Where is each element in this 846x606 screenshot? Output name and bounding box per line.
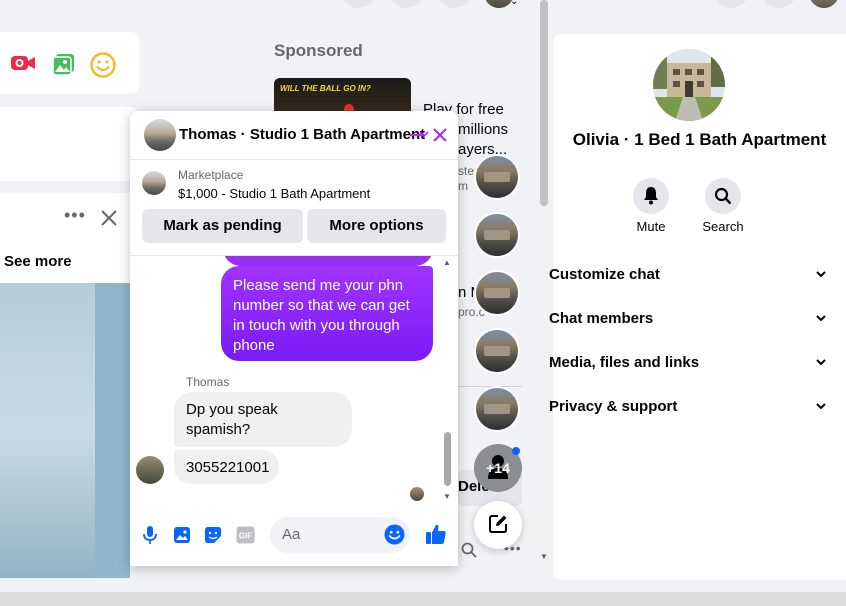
scroll-down-arrow-icon[interactable]: ▼ [540, 552, 548, 561]
bottom-bar [0, 592, 846, 606]
search-icon [714, 187, 732, 210]
incoming-message[interactable]: 3055221001 [174, 450, 279, 484]
microphone-icon[interactable] [142, 525, 158, 550]
section-label: Media, files and links [549, 354, 700, 371]
contact-avatar[interactable] [653, 49, 725, 121]
svg-text:GIF: GIF [239, 532, 252, 541]
close-icon[interactable] [100, 209, 118, 232]
more-options-button[interactable]: More options [307, 209, 446, 243]
photo-video-icon[interactable] [52, 52, 76, 81]
section-chat-members[interactable]: Chat members [549, 308, 835, 332]
ad-domain-line-2: m [458, 179, 468, 193]
feed-card [0, 107, 139, 181]
live-video-icon[interactable] [10, 52, 36, 79]
chat-head[interactable] [474, 212, 520, 258]
post-image-edge [95, 283, 130, 578]
message-placeholder: Aa [282, 526, 301, 543]
section-privacy-support[interactable]: Privacy & support [549, 396, 835, 420]
overflow-count: +14 [486, 460, 510, 476]
nav-menu-button[interactable] [340, 0, 376, 8]
ad-text-line-2[interactable]: millions [458, 121, 508, 138]
section-customize-chat[interactable]: Customize chat [549, 264, 835, 288]
more-chats-button[interactable]: +14 [474, 444, 522, 492]
chat-info-panel: Olivia · 1 Bed 1 Bath Apartment Mute Sea… [549, 34, 846, 580]
chat-head[interactable] [474, 386, 520, 432]
photo-icon[interactable] [173, 526, 191, 549]
new-message-button[interactable] [474, 501, 522, 549]
chat-head[interactable] [474, 270, 520, 316]
read-receipt-avatar [410, 487, 424, 501]
thumbs-up-icon[interactable] [425, 523, 447, 550]
chevron-down-icon [815, 308, 827, 333]
nav-profile-avatar[interactable] [809, 0, 839, 8]
mute-button[interactable] [633, 178, 669, 214]
chat-scrollbar-thumb[interactable] [444, 432, 451, 486]
listing-title[interactable]: $1,000 - Studio 1 Bath Apartment [178, 186, 370, 201]
close-icon[interactable] [432, 127, 448, 148]
sender-name: Thomas [186, 375, 230, 389]
messenger-info-window: Olivia · 1 Bed 1 Bath Apartment Mute Sea… [549, 0, 846, 590]
mark-as-pending-button[interactable]: Mark as pending [142, 209, 303, 243]
chat-head[interactable] [474, 328, 520, 374]
marketplace-label: Marketplace [178, 168, 244, 182]
see-more-link[interactable]: See more [4, 253, 72, 270]
ad-image-caption: WILL THE BALL GO IN? [280, 84, 371, 93]
sender-avatar[interactable] [136, 456, 164, 484]
section-label: Privacy & support [549, 398, 678, 415]
section-label: Customize chat [549, 266, 660, 283]
chat-head[interactable] [474, 154, 520, 200]
chat-title[interactable]: Thomas · Studio 1 Bath Apartment [179, 126, 425, 143]
nav-messenger-button[interactable] [388, 0, 424, 8]
feed-scrollbar-thumb[interactable] [540, 0, 548, 206]
compose-icon [488, 514, 508, 539]
chevron-down-icon [815, 264, 827, 289]
nav-button[interactable] [713, 0, 749, 8]
chat-window: Thomas · Studio 1 Bath Apartment Marketp… [130, 111, 458, 566]
scroll-down-arrow-icon[interactable]: ▼ [443, 492, 451, 501]
online-indicator [512, 447, 520, 455]
nav-button[interactable] [761, 0, 797, 8]
chevron-down-icon [815, 396, 827, 421]
gif-icon[interactable]: GIF [236, 526, 255, 549]
section-media-files-links[interactable]: Media, files and links [549, 352, 835, 376]
bell-icon [643, 186, 659, 210]
nav-notifications-button[interactable] [436, 0, 472, 8]
feeling-activity-icon[interactable] [90, 52, 116, 83]
emoji-icon[interactable] [384, 524, 405, 550]
search-icon[interactable] [461, 542, 477, 563]
search-label: Search [702, 219, 744, 234]
search-button[interactable] [705, 178, 741, 214]
chat-header[interactable]: Thomas · Studio 1 Bath Apartment [130, 111, 458, 160]
sponsored-heading: Sponsored [274, 41, 363, 60]
outgoing-message-previous [223, 256, 433, 266]
sticker-icon[interactable] [204, 526, 222, 549]
contact-name: Olivia · 1 Bed 1 Bath Apartment [572, 130, 827, 149]
listing-thumbnail[interactable] [142, 171, 166, 195]
message-input[interactable]: Aa [270, 517, 410, 553]
scroll-up-arrow-icon[interactable]: ▲ [443, 258, 451, 267]
message-list[interactable]: Please send me your phn number so that w… [130, 256, 458, 509]
post-more-icon[interactable]: ••• [64, 205, 86, 226]
incoming-message[interactable]: Dp you speak spamish? [174, 392, 352, 447]
create-post-card [0, 32, 139, 94]
chevron-down-icon[interactable] [418, 127, 430, 145]
mute-label: Mute [636, 219, 666, 234]
chevron-down-icon: ⌄ [510, 0, 519, 7]
section-label: Chat members [549, 310, 654, 327]
outgoing-message[interactable]: Please send me your phn number so that w… [221, 266, 433, 361]
chat-avatar[interactable] [144, 119, 176, 151]
chevron-down-icon [815, 352, 827, 377]
composer-bar: GIF Aa [130, 509, 458, 566]
